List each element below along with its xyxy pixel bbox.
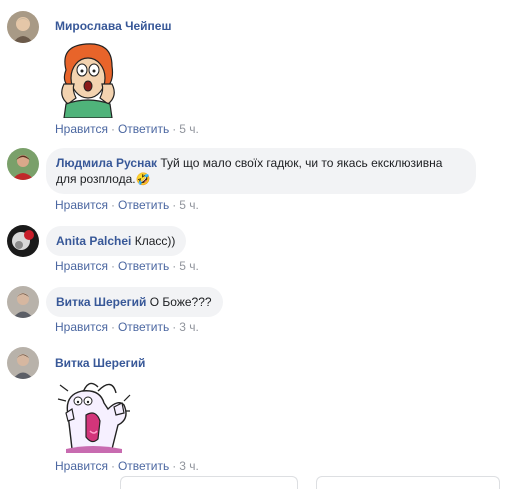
next-comment-bubble-edge — [120, 476, 298, 489]
reply-link[interactable]: Ответить — [118, 259, 169, 273]
timestamp[interactable]: 3 ч. — [179, 459, 199, 473]
reply-link[interactable]: Ответить — [118, 459, 169, 473]
reply-link[interactable]: Ответить — [118, 122, 169, 136]
avatar[interactable] — [7, 148, 39, 180]
comment-bubble: Anita Palchei Класс)) — [46, 226, 187, 256]
lois-shocked-sticker — [52, 40, 124, 123]
avatar[interactable] — [7, 11, 39, 43]
comment-bubble: Людмила Руснак Туй що мало своїх гадюк, … — [46, 148, 476, 194]
comment-actions: Нравится · Ответить · 3 ч. — [55, 459, 199, 473]
comment-actions: Нравится · Ответить · 5 ч. — [55, 198, 199, 212]
avatar[interactable] — [7, 225, 39, 257]
screaming-character-sticker — [52, 375, 132, 460]
like-link[interactable]: Нравится — [55, 459, 108, 473]
timestamp[interactable]: 3 ч. — [179, 320, 199, 334]
avatar[interactable] — [7, 347, 39, 379]
comment-bubble: Витка Шерегий О Боже??? — [46, 287, 223, 317]
like-link[interactable]: Нравится — [55, 198, 108, 212]
timestamp[interactable]: 5 ч. — [179, 259, 199, 273]
comment-text: Класс)) — [134, 234, 176, 248]
comment-actions: Нравится · Ответить · 5 ч. — [55, 259, 199, 273]
comment-author[interactable]: Витка Шерегий — [56, 295, 146, 309]
comment-author[interactable]: Витка Шерегий — [55, 356, 145, 370]
rofl-emoji-icon: 🤣 — [135, 172, 151, 186]
like-link[interactable]: Нравится — [55, 320, 108, 334]
reply-link[interactable]: Ответить — [118, 320, 169, 334]
comment-author[interactable]: Мирослава Чейпеш — [55, 19, 171, 33]
comment-actions: Нравится · Ответить · 5 ч. — [55, 122, 199, 136]
comment-author[interactable]: Людмила Руснак — [56, 156, 157, 170]
timestamp[interactable]: 5 ч. — [179, 122, 199, 136]
comment-text: О Боже??? — [149, 295, 212, 309]
comment-actions: Нравится · Ответить · 3 ч. — [55, 320, 199, 334]
next-comment-bubble-edge — [316, 476, 500, 489]
reply-link[interactable]: Ответить — [118, 198, 169, 212]
avatar[interactable] — [7, 286, 39, 318]
timestamp[interactable]: 5 ч. — [179, 198, 199, 212]
comment-author[interactable]: Anita Palchei — [56, 234, 131, 248]
like-link[interactable]: Нравится — [55, 259, 108, 273]
like-link[interactable]: Нравится — [55, 122, 108, 136]
